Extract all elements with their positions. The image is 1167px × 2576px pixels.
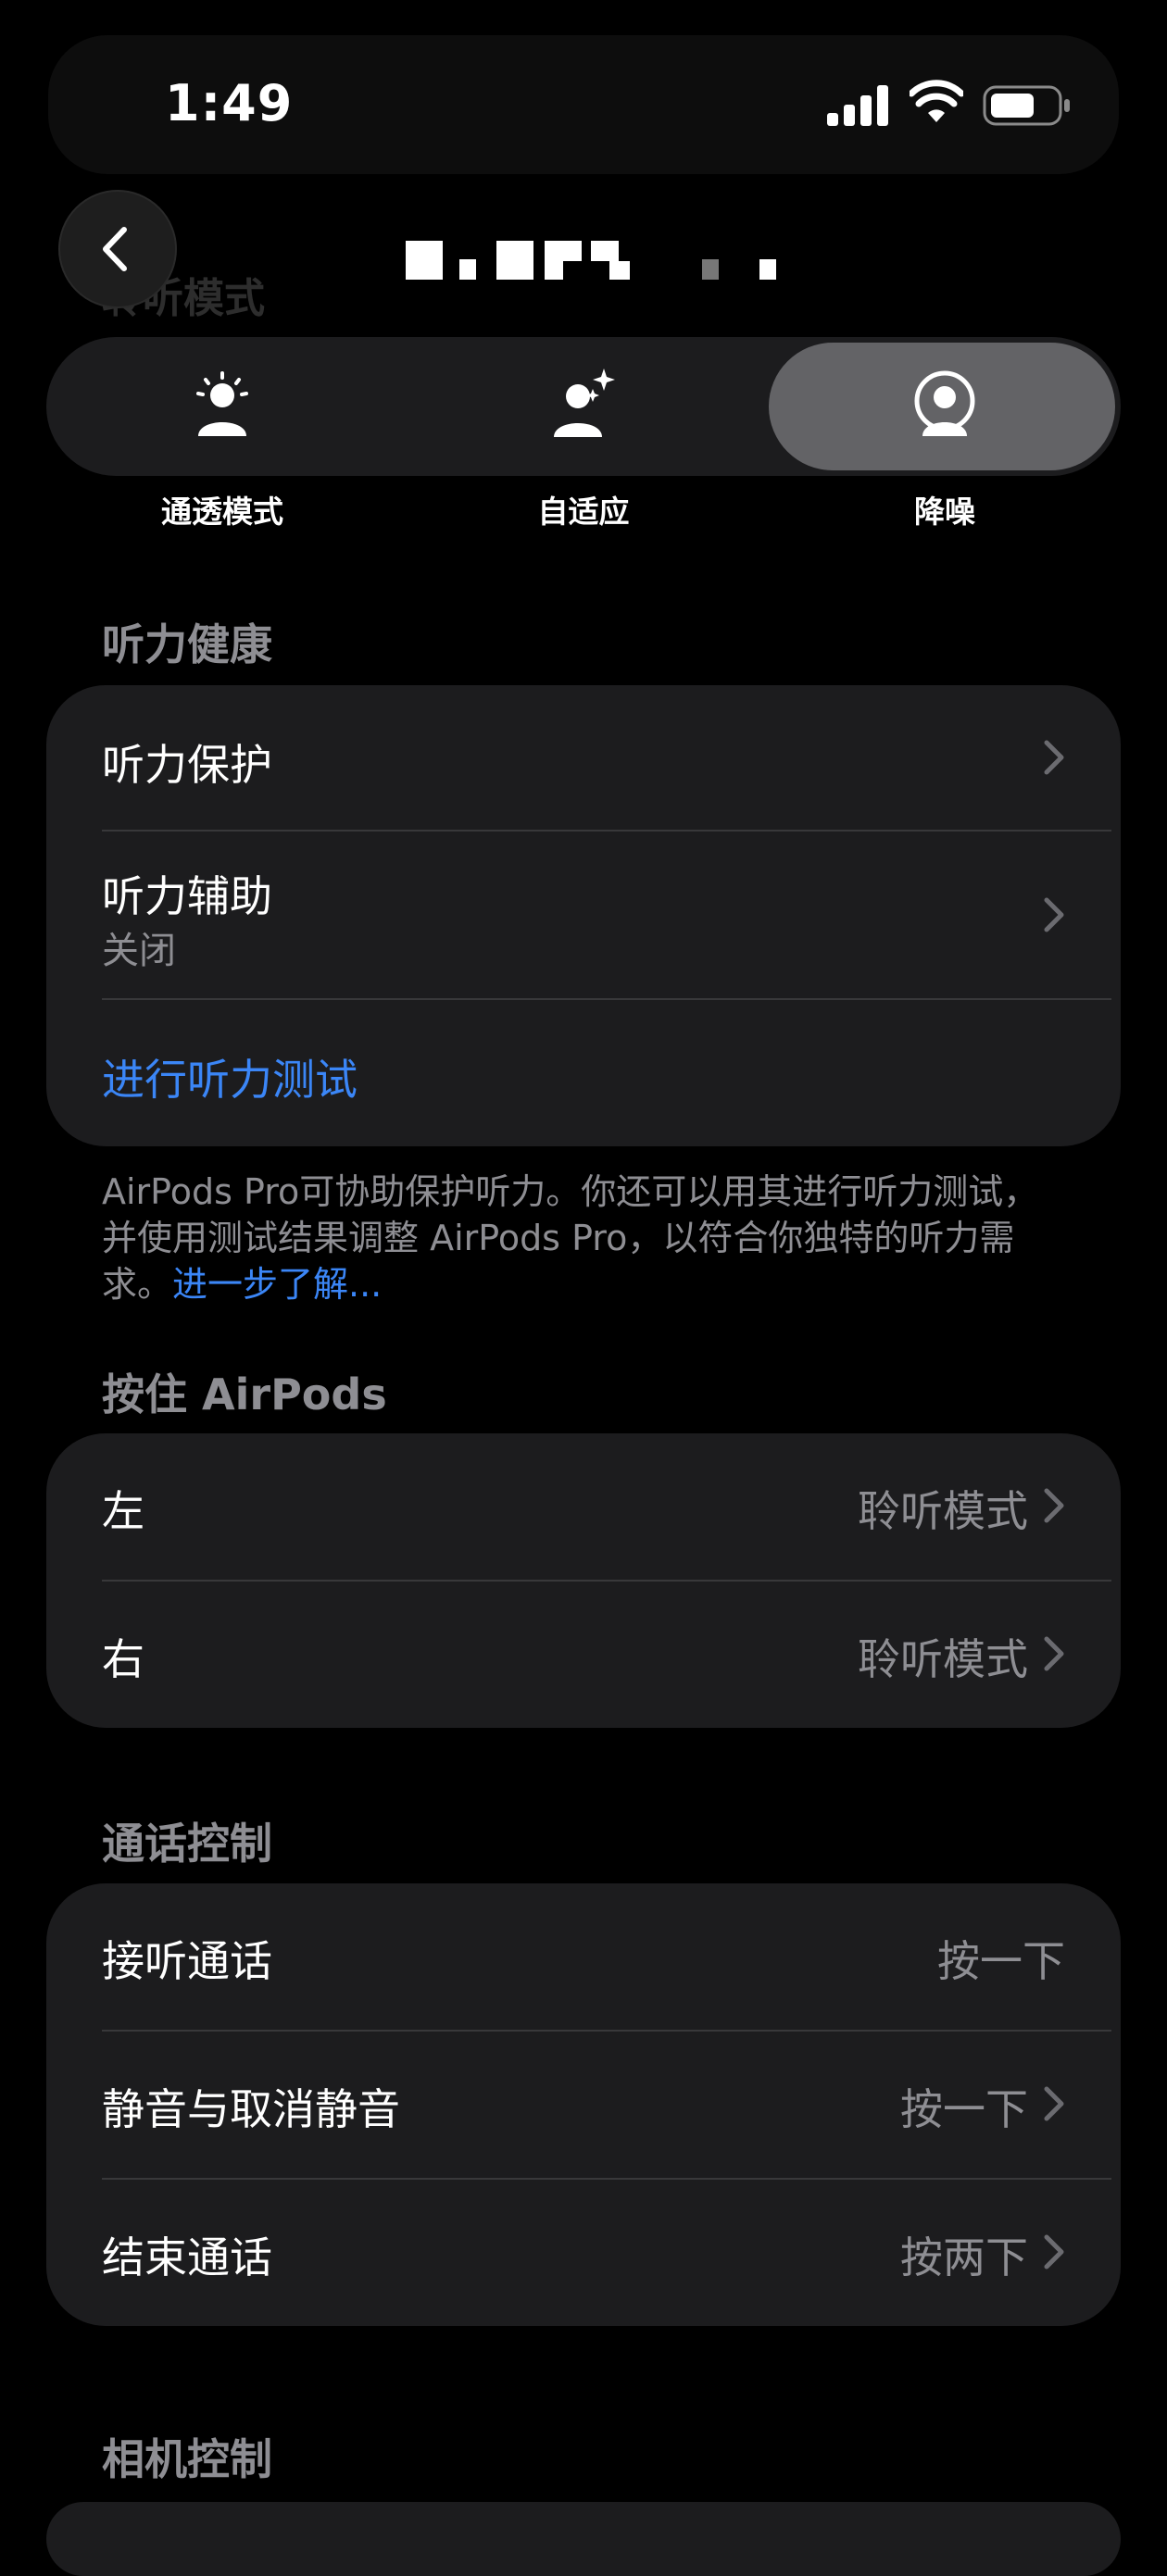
hearing-assistance-label: 听力辅助 (102, 871, 272, 921)
adaptive-person-sparkle-icon (554, 369, 615, 437)
chevron-right-icon (1044, 1636, 1064, 1671)
back-button[interactable] (58, 190, 177, 308)
end-call-label: 结束通话 (102, 2232, 272, 2282)
left-airpod-row[interactable]: 左 聆听模式 (46, 1433, 1121, 1580)
answer-call-row[interactable]: 接听通话 按一下 (46, 1883, 1121, 2030)
chevron-right-icon (1044, 897, 1064, 932)
mute-value: 按一下 (900, 2084, 1028, 2134)
right-airpod-row[interactable]: 右 聆听模式 (46, 1582, 1121, 1728)
answer-call-label: 接听通话 (102, 1936, 272, 1986)
hearing-protection-row[interactable]: 听力保护 (46, 685, 1121, 831)
mode-transparency-label: 通透模式 (161, 494, 283, 530)
learn-more-link[interactable]: 进一步了解... (172, 1264, 382, 1305)
end-call-value: 按两下 (900, 2232, 1028, 2282)
mode-adaptive-label: 自适应 (537, 494, 630, 530)
obscured-device-name (406, 241, 776, 280)
section-header-call-controls: 通话控制 (102, 1819, 272, 1869)
chevron-right-icon (1044, 2234, 1064, 2270)
status-time: 1:49 (165, 74, 294, 132)
hearing-footnote: AirPods Pro可协助保护听力。你还可以用其进行听力测试，并使用测试结果调… (102, 1169, 1056, 1307)
hearing-protection-label: 听力保护 (102, 740, 272, 790)
hearing-test-link[interactable]: 进行听力测试 (102, 1046, 358, 1107)
hearing-assistance-value: 关闭 (102, 930, 176, 972)
section-header-camera-controls: 相机控制 (102, 2434, 272, 2484)
hearing-test-row[interactable]: 进行听力测试 (46, 1000, 1121, 1146)
chevron-right-icon (1044, 1488, 1064, 1523)
mute-row[interactable]: 静音与取消静音 按一下 (46, 2032, 1121, 2178)
section-header-hearing-health: 听力健康 (102, 619, 272, 669)
chevron-left-icon (103, 227, 127, 271)
left-airpod-label: 左 (102, 1486, 144, 1536)
right-airpod-label: 右 (102, 1634, 144, 1684)
press-hold-group: 左 聆听模式 右 聆听模式 (46, 1433, 1121, 1728)
right-airpod-value: 聆听模式 (858, 1634, 1028, 1684)
call-controls-group: 接听通话 按一下 静音与取消静音 按一下 结束通话 按两下 (46, 1883, 1121, 2326)
chevron-right-icon (1044, 2086, 1064, 2121)
mute-label: 静音与取消静音 (102, 2084, 400, 2134)
hearing-health-group: 听力保护 听力辅助 关闭 进行听力测试 (46, 685, 1121, 1146)
wifi-icon (910, 80, 963, 122)
hearing-assistance-row[interactable]: 听力辅助 关闭 (46, 832, 1121, 998)
section-header-press-hold: 按住 AirPods (102, 1369, 387, 1419)
transparency-person-icon (196, 371, 248, 436)
answer-call-value: 按一下 (937, 1936, 1065, 1986)
camera-controls-group (46, 2502, 1121, 2576)
chevron-right-icon (1044, 740, 1064, 775)
cellular-signal-icon (827, 85, 888, 126)
mode-noise-cancellation[interactable]: 降噪 (769, 337, 1121, 550)
mode-transparency[interactable]: 通透模式 (46, 337, 398, 550)
mode-noise-cancellation-label: 降噪 (914, 494, 975, 530)
left-airpod-value: 聆听模式 (858, 1486, 1028, 1536)
end-call-row[interactable]: 结束通话 按两下 (46, 2180, 1121, 2326)
noise-cancellation-person-icon (914, 370, 975, 436)
mode-adaptive[interactable]: 自适应 (408, 337, 759, 550)
battery-icon (983, 85, 1070, 126)
